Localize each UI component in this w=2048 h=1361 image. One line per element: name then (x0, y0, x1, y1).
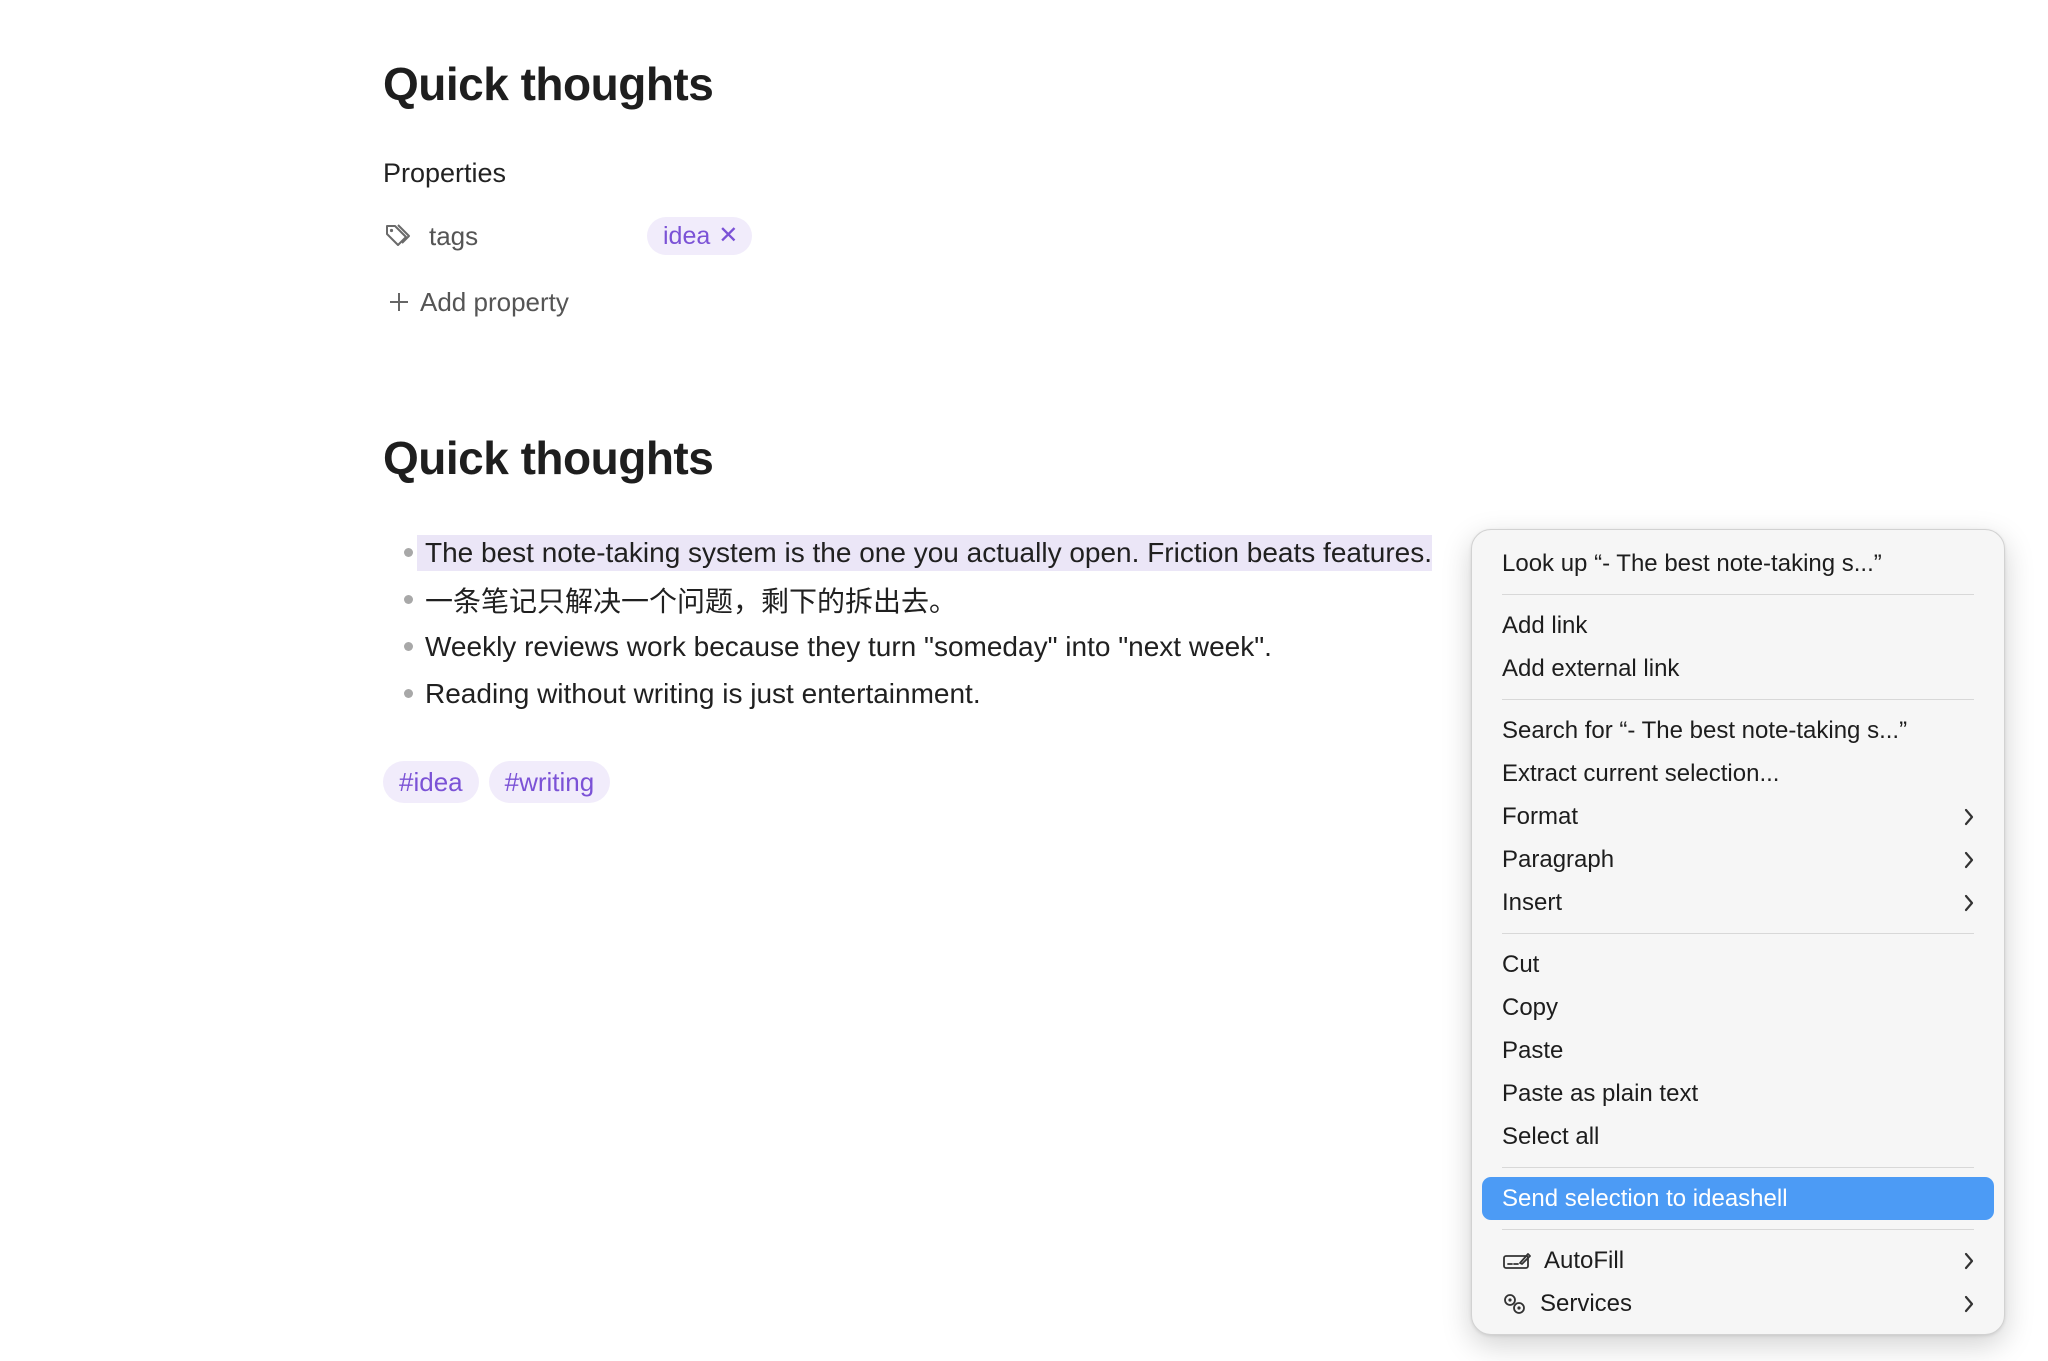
menu-separator (1502, 699, 1974, 700)
menu-item-label: Cut (1502, 950, 1540, 978)
property-tag-value: idea (663, 221, 711, 250)
chevron-right-icon (1962, 1250, 1976, 1272)
list-item-text[interactable]: 一条笔记只解决一个问题，剩下的拆出去。 (417, 578, 957, 622)
menu-item-paste-plain-text[interactable]: Paste as plain text (1482, 1072, 1994, 1115)
property-name[interactable]: tags (429, 221, 647, 252)
menu-separator (1502, 1167, 1974, 1168)
note-page: Quick thoughts Properties tags idea ✕ Ad… (0, 0, 2048, 1361)
menu-item-label: Copy (1502, 993, 1559, 1021)
remove-tag-icon[interactable]: ✕ (718, 224, 738, 248)
menu-item-label: AutoFill (1544, 1246, 1625, 1274)
context-menu: Look up “- The best note-taking s...” Ad… (1471, 529, 2005, 1335)
inline-tags: #idea #writing (383, 761, 611, 803)
hashtag-idea[interactable]: #idea (383, 761, 479, 803)
bullet-dot (404, 642, 413, 651)
menu-separator (1502, 1229, 1974, 1230)
list-item[interactable]: Reading without writing is just entertai… (404, 670, 1504, 717)
menu-item-copy[interactable]: Copy (1482, 986, 1994, 1029)
menu-item-label: Paragraph (1502, 845, 1615, 873)
autofill-icon (1502, 1249, 1532, 1273)
list-item[interactable]: Weekly reviews work because they turn "s… (404, 623, 1504, 670)
menu-separator (1502, 594, 1974, 595)
bullet-list: The best note-taking system is the one y… (404, 529, 1504, 717)
chevron-right-icon (1962, 1293, 1976, 1315)
menu-separator (1502, 933, 1974, 934)
menu-item-look-up[interactable]: Look up “- The best note-taking s...” (1482, 542, 1994, 585)
menu-item-autofill[interactable]: AutoFill (1482, 1239, 1994, 1282)
menu-item-label: Add link (1502, 611, 1588, 639)
chevron-right-icon (1962, 892, 1976, 914)
list-item[interactable]: The best note-taking system is the one y… (404, 529, 1504, 576)
menu-item-paste[interactable]: Paste (1482, 1029, 1994, 1072)
menu-item-label: Insert (1502, 888, 1563, 916)
menu-item-label: Look up “- The best note-taking s...” (1502, 549, 1882, 577)
property-row-tags: tags idea ✕ (383, 216, 753, 256)
list-item-text[interactable]: Weekly reviews work because they turn "s… (417, 629, 1272, 665)
menu-item-label: Select all (1502, 1122, 1600, 1150)
list-item-text[interactable]: The best note-taking system is the one y… (417, 534, 1432, 571)
menu-item-label: Paste (1502, 1036, 1564, 1064)
menu-item-label: Extract current selection... (1502, 759, 1780, 787)
menu-item-add-link[interactable]: Add link (1482, 604, 1994, 647)
menu-item-format[interactable]: Format (1482, 795, 1994, 838)
menu-item-label: Add external link (1502, 654, 1680, 682)
menu-item-services[interactable]: Services (1482, 1282, 1994, 1325)
bullet-dot (404, 548, 413, 557)
body-heading: Quick thoughts (383, 432, 714, 484)
add-property-button[interactable]: Add property (388, 282, 569, 322)
list-item[interactable]: 一条笔记只解决一个问题，剩下的拆出去。 (404, 576, 1504, 623)
tag-icon (383, 220, 415, 252)
menu-item-send-to-ideashell[interactable]: Send selection to ideashell (1482, 1177, 1994, 1220)
property-tag-pill[interactable]: idea ✕ (647, 217, 753, 255)
menu-item-cut[interactable]: Cut (1482, 943, 1994, 986)
plus-icon (388, 286, 410, 318)
menu-item-label: Paste as plain text (1502, 1079, 1699, 1107)
menu-item-extract-selection[interactable]: Extract current selection... (1482, 752, 1994, 795)
bullet-dot (404, 595, 413, 604)
chevron-right-icon (1962, 849, 1976, 871)
chevron-right-icon (1962, 806, 1976, 828)
list-item-text[interactable]: Reading without writing is just entertai… (417, 676, 981, 712)
properties-heading: Properties (383, 158, 507, 188)
menu-item-label: Format (1502, 802, 1579, 830)
page-title: Quick thoughts (383, 58, 714, 110)
menu-item-label: Search for “- The best note-taking s...” (1502, 716, 1908, 744)
hashtag-writing[interactable]: #writing (488, 761, 611, 803)
menu-item-select-all[interactable]: Select all (1482, 1115, 1994, 1158)
services-icon (1502, 1292, 1528, 1316)
menu-item-label: Send selection to ideashell (1502, 1184, 1788, 1212)
bullet-dot (404, 689, 413, 698)
menu-item-add-external-link[interactable]: Add external link (1482, 647, 1994, 690)
add-property-label: Add property (420, 286, 569, 317)
menu-item-paragraph[interactable]: Paragraph (1482, 838, 1994, 881)
menu-item-insert[interactable]: Insert (1482, 881, 1994, 924)
menu-item-search-for[interactable]: Search for “- The best note-taking s...” (1482, 709, 1994, 752)
menu-item-label: Services (1540, 1289, 1633, 1317)
